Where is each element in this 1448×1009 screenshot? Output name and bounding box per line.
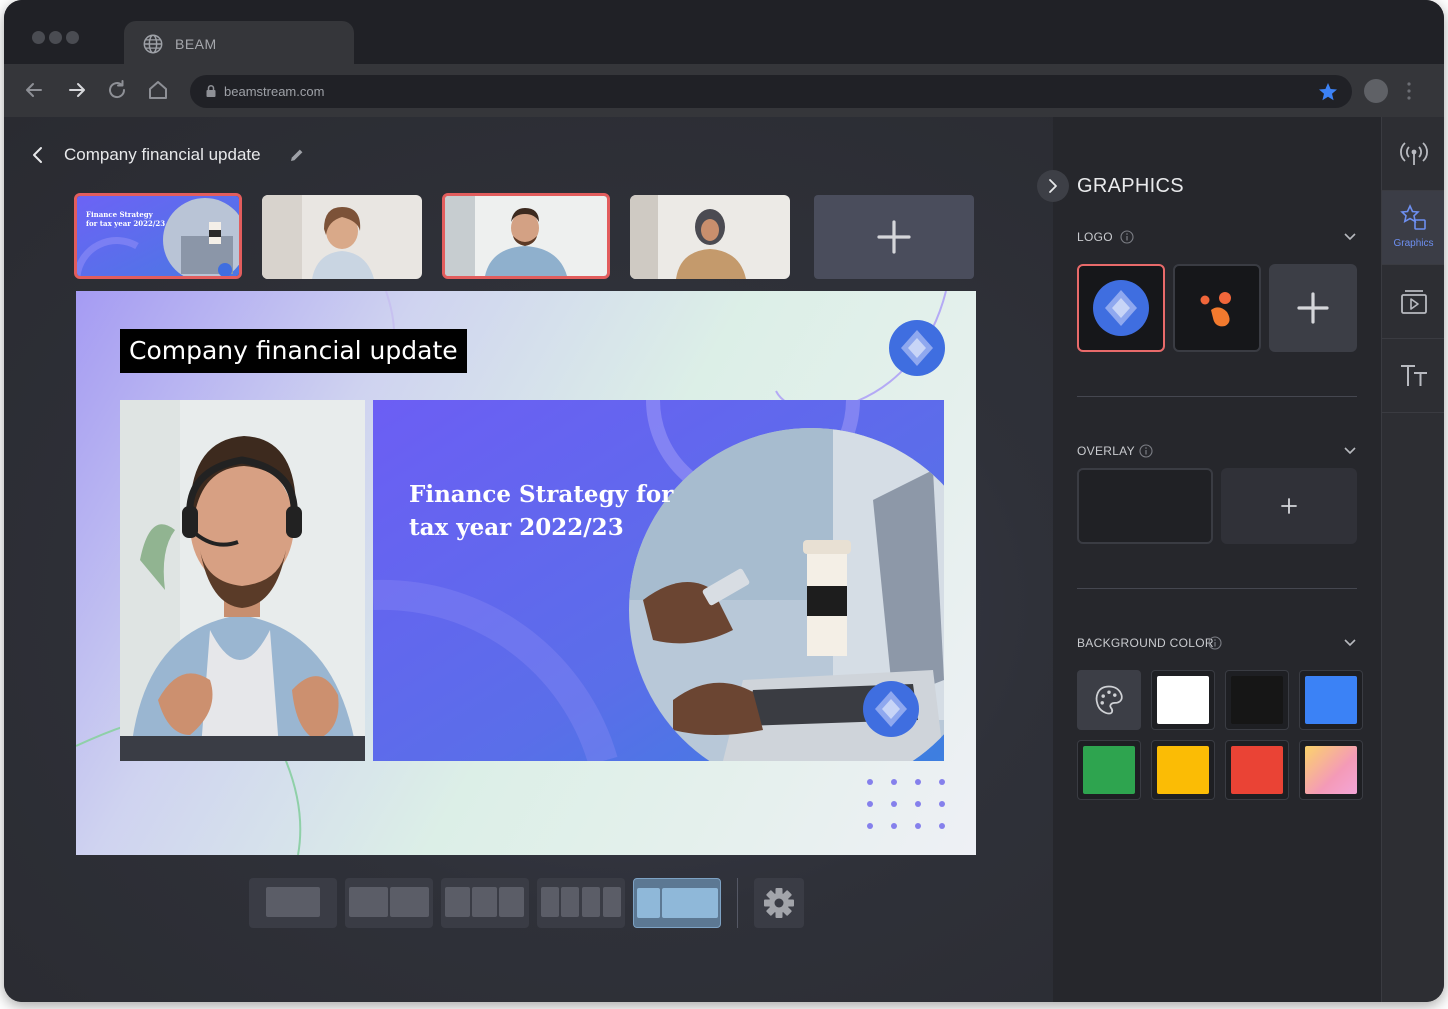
- tool-rail: Graphics: [1381, 117, 1444, 1002]
- home-icon[interactable]: [146, 78, 170, 102]
- thumbnail-slide-title: Finance Strategy for tax year 2022/23: [86, 210, 166, 228]
- stage-logo-badge[interactable]: [889, 320, 945, 376]
- globe-icon: [143, 34, 163, 54]
- color-swatch-black[interactable]: [1225, 670, 1289, 730]
- add-scene-button[interactable]: [814, 195, 974, 279]
- layout-divider: [737, 878, 738, 928]
- broadcast-icon: [1400, 142, 1428, 165]
- color-swatch-blue[interactable]: [1299, 670, 1363, 730]
- rail-graphics[interactable]: Graphics: [1382, 191, 1444, 265]
- graphics-panel: GRAPHICS LOGO OVERLAY BACKGROUND COLOR: [1053, 117, 1381, 1002]
- back-chevron-icon[interactable]: [28, 143, 48, 167]
- layout-four-split-button[interactable]: [537, 878, 625, 928]
- layout-three-split-button[interactable]: [441, 878, 529, 928]
- host-video-frame: [120, 400, 365, 761]
- browser-toolbar: beamstream.com: [4, 64, 1444, 117]
- page-title[interactable]: Company financial update: [64, 145, 261, 165]
- plus-icon: [1281, 498, 1297, 514]
- camera-tile-host[interactable]: [120, 400, 365, 761]
- chevron-down-icon[interactable]: [1343, 231, 1357, 241]
- scene-thumbnail-camera-2[interactable]: [442, 193, 610, 279]
- background-section-label: BACKGROUND COLOR: [1077, 636, 1214, 650]
- slide-tile[interactable]: Finance Strategy for tax year 2022/23: [373, 400, 944, 761]
- slide-logo-badge: [863, 681, 919, 737]
- color-swatch-yellow[interactable]: [1151, 740, 1215, 800]
- video-playlist-icon: [1401, 290, 1427, 314]
- collapse-panel-button[interactable]: [1037, 170, 1069, 202]
- logo-section-label: LOGO: [1077, 230, 1113, 244]
- plus-icon: [1297, 292, 1329, 324]
- browser-window: BEAM beamstream.com Company financial up…: [4, 0, 1444, 1002]
- diamond-logo-icon: [875, 691, 907, 727]
- forward-arrow-icon[interactable]: [65, 78, 89, 102]
- section-divider: [1077, 396, 1357, 397]
- person-photo-3: [630, 195, 790, 279]
- rail-graphics-label: Graphics: [1393, 238, 1434, 249]
- plus-icon: [877, 220, 911, 254]
- text-tool-icon: [1401, 365, 1427, 386]
- info-icon[interactable]: [1139, 444, 1153, 458]
- broadcast-stage[interactable]: Company financial update Finance Strateg…: [76, 291, 976, 855]
- rail-text[interactable]: [1382, 339, 1444, 413]
- info-icon[interactable]: [1120, 230, 1134, 244]
- orange-logo-icon: [1200, 292, 1231, 327]
- slide-title: Finance Strategy for tax year 2022/23: [409, 481, 674, 541]
- profile-avatar[interactable]: [1364, 79, 1388, 103]
- reload-icon[interactable]: [105, 78, 129, 102]
- chevron-down-icon[interactable]: [1343, 637, 1357, 647]
- window-close-dot[interactable]: [32, 31, 45, 44]
- browser-tab[interactable]: BEAM: [124, 21, 354, 64]
- layout-settings-button[interactable]: [754, 878, 804, 928]
- add-logo-button[interactable]: [1269, 264, 1357, 352]
- overlay-option-empty[interactable]: [1077, 468, 1213, 544]
- gear-icon: [764, 888, 794, 918]
- person-photo-2: [445, 196, 607, 276]
- person-photo-1: [262, 195, 422, 279]
- window-maximize-dot[interactable]: [66, 31, 79, 44]
- color-swatch-white[interactable]: [1151, 670, 1215, 730]
- chevron-right-icon: [1049, 179, 1057, 193]
- custom-color-picker[interactable]: [1077, 670, 1141, 730]
- address-bar[interactable]: beamstream.com: [190, 75, 1352, 108]
- overlay-section-label: OVERLAY: [1077, 444, 1135, 458]
- pencil-edit-icon[interactable]: [288, 146, 306, 164]
- lower-third-title[interactable]: Company financial update: [120, 329, 467, 373]
- editor-area: Company financial update Finance Strateg…: [4, 117, 1053, 1002]
- info-icon[interactable]: [1208, 636, 1222, 650]
- section-divider: [1077, 588, 1357, 589]
- tab-title: BEAM: [175, 36, 217, 52]
- more-menu-icon[interactable]: [1402, 80, 1416, 102]
- palette-icon: [1095, 685, 1123, 715]
- panel-title: GRAPHICS: [1077, 175, 1184, 197]
- color-swatch-gradient[interactable]: [1299, 740, 1363, 800]
- scene-thumbnail-image: [77, 196, 239, 276]
- color-swatch-green[interactable]: [1077, 740, 1141, 800]
- color-swatch-red[interactable]: [1225, 740, 1289, 800]
- scene-thumbnail-camera-1[interactable]: [262, 195, 422, 279]
- logo-option-orange[interactable]: [1173, 264, 1261, 352]
- layout-split-slide-button[interactable]: [633, 878, 721, 928]
- slide-background: [373, 400, 944, 761]
- diamond-logo-icon: [1093, 280, 1149, 336]
- rail-broadcast[interactable]: [1382, 117, 1444, 191]
- app-area: Company financial update Finance Strateg…: [4, 117, 1444, 1002]
- layout-two-split-button[interactable]: [345, 878, 433, 928]
- scene-thumbnail-camera-3[interactable]: [630, 195, 790, 279]
- title-bar: BEAM: [4, 0, 1444, 64]
- graphics-shapes-icon: [1400, 204, 1426, 230]
- add-overlay-button[interactable]: [1221, 468, 1357, 544]
- chevron-down-icon[interactable]: [1343, 445, 1357, 455]
- rail-media[interactable]: [1382, 265, 1444, 339]
- scene-thumbnail-slide[interactable]: Finance Strategy for tax year 2022/23: [74, 193, 242, 279]
- logo-option-beam[interactable]: [1077, 264, 1165, 352]
- diamond-logo-icon: [901, 330, 933, 366]
- back-arrow-icon[interactable]: [22, 78, 46, 102]
- layout-single-button[interactable]: [249, 878, 337, 928]
- window-minimize-dot[interactable]: [49, 31, 62, 44]
- bookmark-star-icon[interactable]: [1316, 80, 1340, 104]
- url-text: beamstream.com: [224, 84, 325, 99]
- lock-icon: [206, 84, 216, 97]
